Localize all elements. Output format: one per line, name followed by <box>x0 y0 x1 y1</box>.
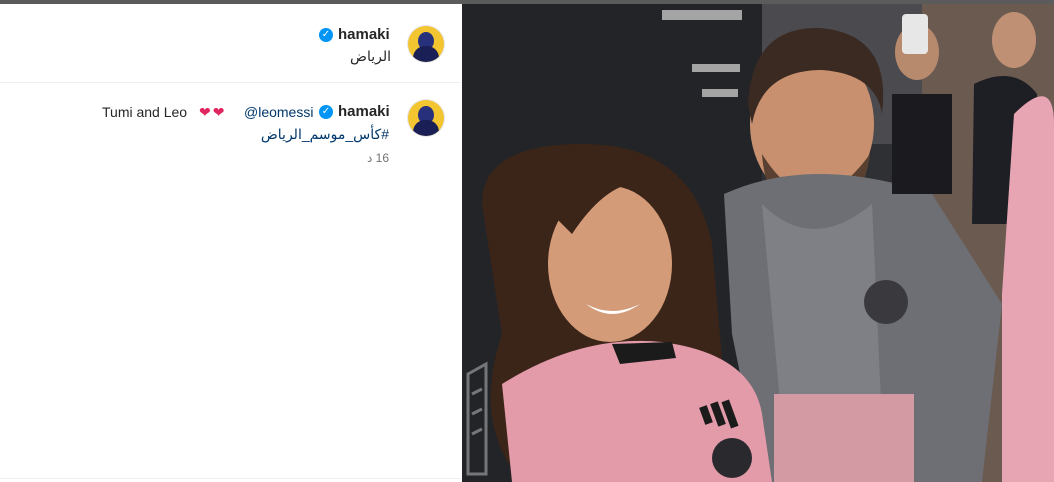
avatar-body <box>413 120 439 136</box>
author-avatar[interactable] <box>408 26 444 62</box>
caption-text: Tumi and Leo <box>102 104 188 120</box>
hashtag-link[interactable]: #كأس_موسم_الرياض <box>261 126 389 143</box>
caption-avatar[interactable] <box>408 100 444 136</box>
post-photo[interactable] <box>462 4 1054 482</box>
post-info-panel: hamaki ✓ الرياض hamaki ✓ @leomessi ❤❤ Tu… <box>0 4 462 482</box>
author-location[interactable]: الرياض <box>350 48 391 65</box>
author-username[interactable]: hamaki <box>338 26 390 43</box>
post-time[interactable]: 16 د <box>367 151 389 165</box>
avatar-body <box>413 46 439 62</box>
panel-divider <box>0 478 461 479</box>
post-header: hamaki ✓ الرياض <box>0 4 461 83</box>
heart-icon: ❤❤ <box>199 104 227 120</box>
verified-badge-icon: ✓ <box>319 105 333 119</box>
photo-illustration <box>462 4 1054 482</box>
caption-username[interactable]: hamaki <box>338 103 390 120</box>
mention-link[interactable]: @leomessi <box>244 104 313 120</box>
verified-badge-icon: ✓ <box>319 28 333 42</box>
